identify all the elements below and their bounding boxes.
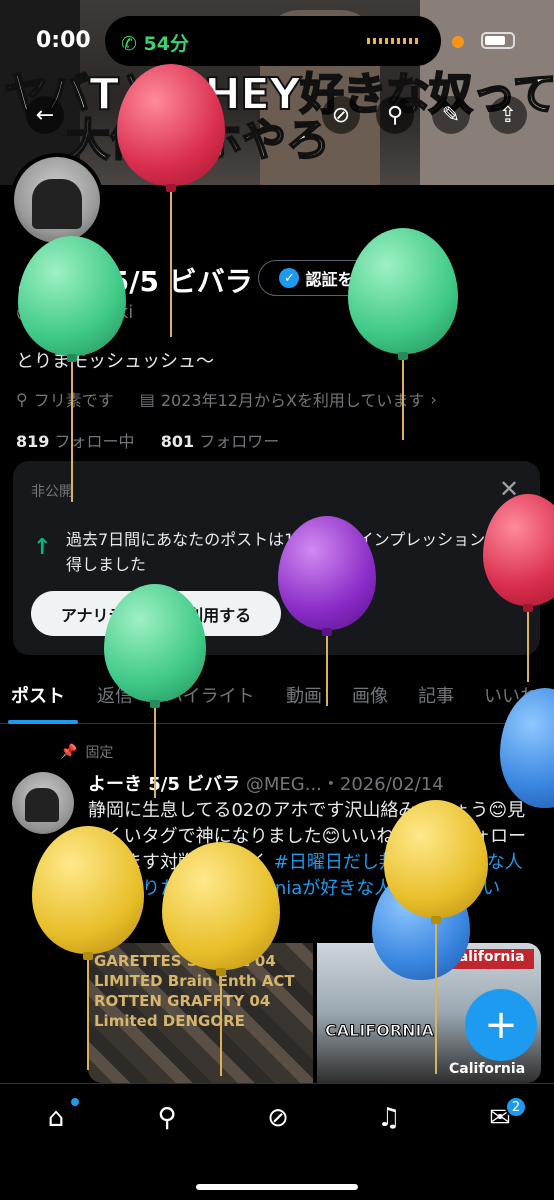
tab-replies[interactable]: 返信 [97,682,133,708]
search-button[interactable]: ⚲ [376,96,414,134]
profile-avatar[interactable] [10,153,104,247]
profile-tabs: ポスト 返信 ハイライト 動画 画像 記事 いいね [0,670,554,724]
followers-link[interactable]: 801 フォロワー [161,432,280,451]
share-icon: ⇪ [498,102,518,128]
verified-badge-icon: ✓ [279,268,300,288]
close-icon[interactable]: ✕ [499,475,519,503]
impressions-text: 過去7日間にあなたのポストは1.2万件のインプレッションを獲得しました [66,530,518,574]
band-logos: GARETTES SiM SiZ 04 LIMITED Brain Enth A… [94,952,295,1030]
follow-stats: 819 フォロー中 801 フォロワー [16,428,279,452]
explore-tab[interactable]: ⚲ [147,1098,187,1138]
plus-icon: + [484,1002,518,1048]
post-text: 静岡に生息してる02のアホです沢山絡みましょう😊見にくいタグで神になりました😊い… [88,800,527,899]
post-handle-date: @MEG...・2026/02/14 [245,774,444,795]
dynamic-island[interactable]: ✆ 54分 [105,16,441,66]
status-bar: 0:00 ✆ 54分 [0,0,554,80]
get-verified-button[interactable]: ✓ 認証を受ける [258,260,423,296]
battery-icon [481,32,515,49]
following-link[interactable]: 819 フォロー中 [16,432,135,451]
home-indicator [196,1184,358,1190]
pinned-label: 📌 固定 [60,744,114,761]
call-indicator: ✆ 54分 [121,29,189,56]
messages-badge: 2 [505,1096,527,1118]
bottom-nav: ⌂ ⚲ ⊘ ♫ ✉ 2 [0,1083,554,1200]
grok-button[interactable]: ⊘ [322,96,360,134]
banner-caption: 大体アホやろ [65,115,331,166]
profile-location: フリ素です [33,391,114,410]
home-notification-dot [71,1098,79,1106]
notifications-tab[interactable]: ♫ [369,1098,409,1138]
compose-button[interactable]: + [465,989,537,1061]
back-button[interactable]: ← [26,96,64,134]
edit-button[interactable]: ✎ [432,96,470,134]
profile-joined[interactable]: 2023年12月からXを利用しています [161,387,425,411]
profile-name: よーき 5/5 ビバラ [16,265,253,298]
post-header: よーき 5/5 ビバラ @MEG...・2026/02/14 [88,770,444,796]
post-author[interactable]: よーき 5/5 ビバラ [88,774,240,795]
profile-handle: @MEGA_yoki [16,302,134,323]
status-time: 0:00 [36,28,91,53]
phone-icon: ✆ [121,33,137,55]
bell-icon: ♫ [377,1103,401,1133]
california-script: California [449,1061,526,1077]
share-button[interactable]: ⇪ [489,96,527,134]
chevron-right-icon: › [430,389,437,409]
home-icon: ⌂ [47,1103,65,1133]
tab-articles[interactable]: 記事 [418,682,454,708]
tab-highlights[interactable]: ハイライト [165,682,255,708]
use-analytics-button[interactable]: アナリティクスを利用する [31,591,281,636]
post-image[interactable]: GARETTES SiM SiZ 04 LIMITED Brain Enth A… [88,943,313,1083]
tab-videos[interactable]: 動画 [286,682,322,708]
calendar-icon: ▤ [139,389,155,409]
arrow-left-icon: ← [35,102,55,128]
call-duration: 54分 [143,33,189,55]
home-tab[interactable]: ⌂ [36,1098,76,1138]
california-banner: California [439,949,534,969]
pin-icon: 📌 [60,744,78,760]
get-verified-label: 認証を受ける [305,270,402,289]
grok-icon: ⊘ [331,102,351,128]
analytics-card: 非公開 ✕ ↑ 過去7日間にあなたのポストは1.2万件のインプレッションを獲得し… [13,461,540,655]
active-tab-indicator [8,720,78,724]
grok-tab[interactable]: ⊘ [258,1098,298,1138]
post-avatar[interactable] [12,772,74,834]
grok-icon[interactable]: ✕ [516,768,534,793]
arrow-up-icon: ↑ [33,535,52,560]
california-text: CALIFORNIA [325,1021,435,1041]
tab-likes[interactable]: いいね [484,682,538,708]
tab-posts[interactable]: ポスト [11,682,65,708]
pencil-icon: ✎ [441,102,461,128]
tab-images[interactable]: 画像 [352,682,388,708]
location-pin-icon: ⚲ [16,389,28,409]
recording-dot-icon [452,36,464,48]
grok-icon: ⊘ [267,1103,289,1133]
profile-meta: ⚲ フリ素です ▤ 2023年12月からXを利用しています › [16,387,437,411]
search-icon: ⚲ [386,102,404,128]
profile-bio: とりまモッシュッシュ〜 [16,351,214,372]
audio-wave-icon [367,38,419,44]
private-label: 非公開 [31,484,73,500]
search-icon: ⚲ [157,1103,177,1133]
